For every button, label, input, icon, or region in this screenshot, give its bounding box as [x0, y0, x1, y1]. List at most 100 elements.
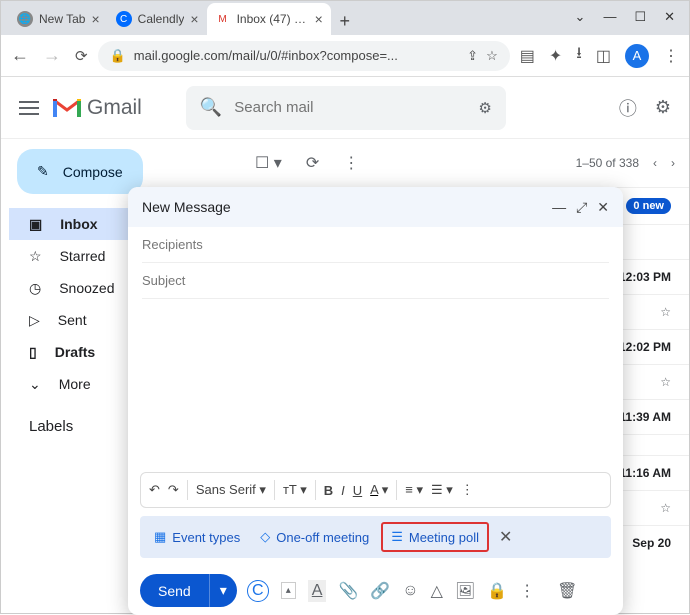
- recipients-field[interactable]: Recipients: [142, 227, 609, 263]
- omnibox[interactable]: 🔒 mail.google.com/mail/u/0/#inbox?compos…: [98, 41, 510, 71]
- close-icon[interactable]: ✕: [493, 527, 518, 547]
- compose-title: New Message: [142, 199, 231, 215]
- window-controls: ⌄ — ☐ ✕: [561, 9, 689, 35]
- tab-label: New Tab: [39, 12, 85, 26]
- star-icon[interactable]: ☆: [660, 501, 671, 515]
- share-icon[interactable]: ⇪: [467, 48, 478, 64]
- maximize-icon[interactable]: ☐: [634, 9, 646, 25]
- sidebar-item-label: Starred: [60, 248, 106, 264]
- compose-titlebar[interactable]: New Message — ⤢ ✕: [128, 187, 623, 227]
- send-icon: ▷: [29, 312, 40, 329]
- minimize-icon[interactable]: —: [603, 9, 616, 25]
- settings-icon[interactable]: ⚙: [655, 97, 671, 118]
- list-icon[interactable]: ☰ ▾: [431, 482, 453, 498]
- send-options-icon[interactable]: ▾: [209, 574, 237, 607]
- panel-icon[interactable]: ◫: [596, 46, 611, 66]
- italic-icon[interactable]: I: [341, 483, 345, 498]
- select-all-checkbox[interactable]: ☐ ▾: [255, 153, 282, 173]
- font-select[interactable]: Sans Serif ▾: [196, 482, 266, 498]
- font-size-icon[interactable]: ᴛT ▾: [283, 482, 307, 498]
- redo-icon[interactable]: ↷: [168, 482, 179, 498]
- calendly-icon: C: [116, 11, 132, 27]
- more-icon[interactable]: ⋮: [343, 153, 359, 173]
- minimize-icon[interactable]: —: [552, 199, 566, 216]
- chip-meeting-poll[interactable]: ☰ Meeting poll: [381, 522, 489, 552]
- compose-body[interactable]: [128, 299, 623, 472]
- send-button[interactable]: Send ▾: [140, 574, 237, 607]
- address-bar: ← → ⟳ 🔒 mail.google.com/mail/u/0/#inbox?…: [1, 35, 689, 77]
- search-box[interactable]: 🔍 ⚙: [186, 86, 506, 130]
- chip-one-off[interactable]: ◇ One-off meeting: [252, 524, 377, 550]
- list-toolbar: ☐ ▾ ⟳ ⋮ 1–50 of 338 ‹ ›: [241, 139, 689, 187]
- bold-icon[interactable]: B: [324, 483, 333, 498]
- compose-button[interactable]: ✎ Compose: [17, 149, 143, 194]
- emoji-icon[interactable]: ☺: [402, 582, 418, 600]
- sidebar-item-label: Snoozed: [59, 280, 114, 296]
- calendly-circle-icon[interactable]: C: [247, 580, 269, 602]
- caret-up-icon[interactable]: ▴: [281, 582, 296, 599]
- align-icon[interactable]: ≡ ▾: [405, 482, 423, 498]
- more-format-icon[interactable]: ⋮: [461, 482, 474, 498]
- back-icon[interactable]: ←: [11, 45, 29, 66]
- gmail-logo[interactable]: Gmail: [53, 96, 142, 120]
- reload-icon[interactable]: ⟳: [75, 47, 88, 65]
- new-tab-button[interactable]: +: [331, 7, 359, 35]
- star-icon[interactable]: ☆: [486, 48, 498, 64]
- mail-list: ☐ ▾ ⟳ ⋮ 1–50 of 338 ‹ › 0 new n, Cl… 12:…: [241, 139, 689, 613]
- chevron-down-icon: ⌄: [29, 376, 41, 393]
- star-icon[interactable]: ☆: [660, 305, 671, 319]
- downloads-icon[interactable]: ⭳: [576, 42, 582, 69]
- subject-field[interactable]: Subject: [142, 263, 609, 299]
- profile-avatar[interactable]: A: [625, 44, 649, 68]
- attach-icon[interactable]: 📎: [338, 581, 358, 601]
- close-icon[interactable]: ×: [91, 11, 99, 27]
- close-icon[interactable]: ✕: [597, 199, 609, 216]
- image-icon[interactable]: 🖼: [455, 581, 475, 601]
- forward-icon[interactable]: →: [43, 45, 61, 66]
- refresh-icon[interactable]: ⟳: [306, 153, 319, 173]
- tab-inbox[interactable]: M Inbox (47) - an… ×: [207, 3, 331, 35]
- star-icon[interactable]: ☆: [660, 375, 671, 389]
- prev-page-icon[interactable]: ‹: [653, 156, 657, 170]
- confidential-icon[interactable]: 🔒: [487, 581, 507, 601]
- sidebar-item-label: More: [59, 376, 91, 392]
- pencil-icon: ✎: [37, 163, 49, 180]
- poll-icon: ☰: [391, 529, 403, 545]
- sidebar-item-label: Inbox: [60, 216, 97, 232]
- hamburger-icon[interactable]: [19, 101, 39, 115]
- file-icon: ▯: [29, 344, 37, 361]
- star-icon: ☆: [29, 248, 42, 265]
- gmail-header: Gmail 🔍 ⚙ ⓘ ⚙: [1, 77, 689, 139]
- expand-icon[interactable]: ⤢: [576, 199, 587, 216]
- close-icon[interactable]: ×: [315, 11, 323, 27]
- more-icon[interactable]: ⋮: [519, 581, 535, 601]
- extensions-icon[interactable]: ✦: [549, 46, 562, 66]
- underline-icon[interactable]: U: [353, 483, 362, 498]
- chip-event-types[interactable]: ▦ Event types: [146, 524, 248, 550]
- text-color-icon[interactable]: A ▾: [370, 482, 388, 498]
- link-icon[interactable]: 🔗: [370, 581, 390, 601]
- search-input[interactable]: [234, 99, 466, 116]
- tab-calendly[interactable]: C Calendly ×: [108, 3, 207, 35]
- trash-icon[interactable]: 🗑: [557, 581, 577, 601]
- lock-icon: 🔒: [110, 48, 126, 64]
- tab-newtab[interactable]: 🌐 New Tab ×: [9, 3, 108, 35]
- extension-box-icon[interactable]: ▤: [520, 46, 535, 66]
- help-icon[interactable]: ⓘ: [619, 95, 637, 121]
- gmail-logo-text: Gmail: [87, 96, 142, 120]
- compose-send-bar: Send ▾ C ▴ A 📎 🔗 ☺ △ 🖼 🔒 ⋮ 🗑: [140, 574, 611, 607]
- menu-icon[interactable]: ⋮: [663, 46, 679, 66]
- text-format-icon[interactable]: A: [308, 580, 327, 602]
- drive-icon[interactable]: △: [431, 581, 443, 601]
- search-options-icon[interactable]: ⚙: [478, 99, 491, 117]
- close-icon[interactable]: ×: [190, 11, 198, 27]
- close-window-icon[interactable]: ✕: [664, 9, 675, 25]
- search-icon: 🔍: [200, 97, 222, 118]
- browser-titlebar: 🌐 New Tab × C Calendly × M Inbox (47) - …: [1, 1, 689, 35]
- url-text: mail.google.com/mail/u/0/#inbox?compose=…: [134, 48, 459, 63]
- calendar-icon: ▦: [154, 529, 166, 545]
- sidebar-item-label: Sent: [58, 312, 87, 328]
- chevron-down-icon[interactable]: ⌄: [575, 9, 586, 25]
- undo-icon[interactable]: ↶: [149, 482, 160, 498]
- next-page-icon[interactable]: ›: [671, 156, 675, 170]
